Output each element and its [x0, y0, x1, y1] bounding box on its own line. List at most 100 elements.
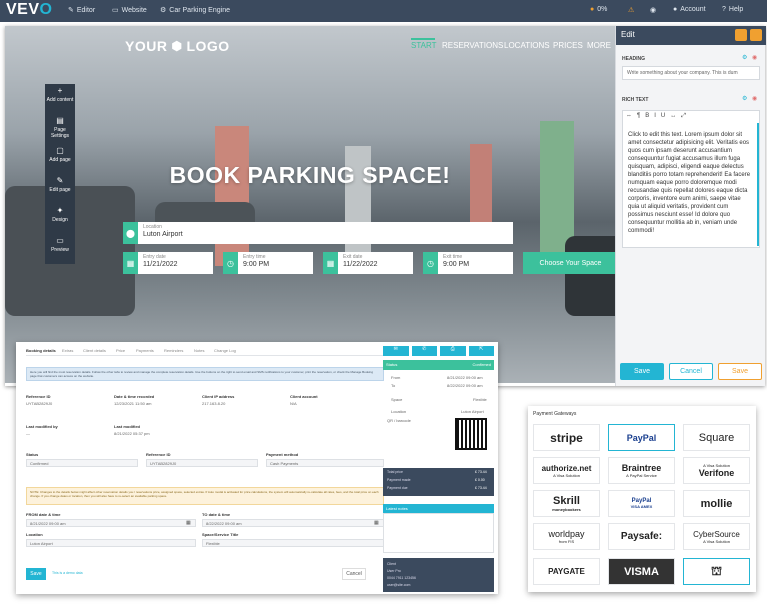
nav-reservations[interactable]: RESERVATIONS — [442, 41, 503, 50]
nav-start[interactable]: START — [411, 41, 436, 50]
nav-locations[interactable]: LOCATIONS — [504, 41, 550, 50]
editor-scrollbar[interactable] — [757, 123, 759, 246]
entry-date-field[interactable]: ▦ Entry date 11/21/2022 — [123, 252, 213, 274]
edit-panel-title: Edit — [621, 30, 635, 39]
edit-page-button[interactable]: ✎ Edit page — [45, 174, 75, 204]
hide-icon[interactable]: ◉ — [752, 54, 757, 61]
gateway-paygate[interactable]: PAYGATE — [533, 558, 600, 585]
gateway-square[interactable]: Square — [683, 424, 750, 451]
add-page-button[interactable]: ▢ Add page — [45, 144, 75, 174]
email-icon[interactable]: ✉ — [383, 346, 409, 356]
account-menu[interactable]: ● Account — [673, 6, 706, 13]
exit-time-field[interactable]: ◷ Exit time 9:00 PM — [423, 252, 513, 274]
space-select[interactable]: Flexible — [202, 539, 384, 547]
edit-panel: Edit HEADING ⚙ ◉ Write something about y… — [615, 26, 766, 386]
gateway-paypal-cards[interactable]: PayPal VISA AMEX — [608, 490, 675, 517]
gateway-mollie[interactable]: mollie — [683, 490, 750, 517]
download-icon[interactable] — [735, 29, 747, 41]
calendar-icon[interactable]: ▦ — [186, 520, 191, 526]
pillar — [470, 144, 492, 234]
app-logo[interactable]: VEVO — [6, 1, 52, 19]
gateway-bank[interactable]: ⛫ — [683, 558, 750, 585]
gateway-cybersource[interactable]: CyberSource A Visa Solution — [683, 523, 750, 550]
coin-icon: ● — [590, 6, 595, 13]
progress-indicator: ● 0% — [590, 6, 608, 13]
to-date-input[interactable]: 8/22/2022 09:00 am — [202, 519, 384, 527]
reference-input[interactable]: UYTAB2829J0 — [146, 459, 258, 467]
gateway-stripe[interactable]: stripe — [533, 424, 600, 451]
due-value: £ 73.44 — [475, 486, 487, 490]
tab-notes[interactable]: Notes — [194, 348, 204, 353]
gateway-skrill[interactable]: Skrill moneybookers — [533, 490, 600, 517]
preview-button[interactable]: ▭ Preview — [45, 234, 75, 264]
rich-text-content[interactable]: Click to edit this text. Lorem ipsum dol… — [628, 131, 753, 235]
exit-date-field[interactable]: ▦ Exit date 11/22/2022 — [323, 252, 413, 274]
eye-icon: ◉ — [650, 7, 657, 14]
gateway-paypal[interactable]: PayPal — [608, 424, 675, 451]
gateway-sub: from FIS — [558, 539, 575, 544]
heading-input[interactable]: Write something about your company. This… — [622, 66, 760, 80]
nav-prices[interactable]: PRICES — [553, 41, 583, 50]
choose-space-button[interactable]: Choose Your Space — [523, 252, 615, 274]
site-logo[interactable]: YOUR ⬢ LOGO — [125, 38, 230, 54]
layers-icon[interactable] — [750, 29, 762, 41]
entry-time-field[interactable]: ◷ Entry time 9:00 PM — [223, 252, 313, 274]
tab-payments[interactable]: Payments — [136, 348, 154, 353]
design-button[interactable]: ✦ Design — [45, 204, 75, 234]
status-key: Status — [386, 362, 398, 367]
gateway-name: stripe — [550, 430, 583, 445]
qr-key: QR / barcode — [387, 418, 411, 423]
settings-icon[interactable]: ⚙ — [742, 54, 747, 61]
entry-date-value: 11/21/2022 — [143, 261, 178, 268]
location-field[interactable]: ⬤ Location Luton Airport — [123, 222, 513, 244]
page-settings-button[interactable]: ▤ Page Settings — [45, 114, 75, 144]
save-button[interactable]: Save — [620, 363, 664, 380]
hero-title[interactable]: BOOK PARKING SPACE! — [5, 162, 615, 189]
gateway-sub: VISA AMEX — [630, 504, 653, 509]
clock-icon: ◷ — [223, 252, 238, 274]
website-menu[interactable]: ▭ Website — [112, 6, 147, 15]
tab-price[interactable]: Price — [116, 348, 125, 353]
gateway-worldpay[interactable]: worldpay from FIS — [533, 523, 600, 550]
tab-client-details[interactable]: Client details — [83, 348, 106, 353]
tool-label: Edit page — [49, 187, 71, 193]
location-select[interactable]: Luton Airport — [26, 539, 196, 547]
tab-extras[interactable]: Extras — [62, 348, 73, 353]
exit-date-value: 11/22/2022 — [343, 261, 378, 268]
status-select[interactable]: Confirmed — [26, 459, 138, 467]
gateway-verifone[interactable]: A Visa Solution Verifone — [683, 457, 750, 484]
save-secondary-button[interactable]: Save — [718, 363, 762, 380]
admin-save-button[interactable]: Save — [26, 568, 46, 580]
nav-more[interactable]: MORE — [587, 41, 611, 50]
gateway-visma[interactable]: VISMA — [608, 558, 675, 585]
phone-icon[interactable]: ✆ — [411, 346, 437, 356]
gateway-authorize-net[interactable]: authorize.net A Visa Solution — [533, 457, 600, 484]
add-content-button[interactable]: + Add content — [45, 84, 75, 114]
client-name: User Pro — [387, 569, 401, 573]
calendar-icon[interactable]: ▦ — [374, 520, 379, 526]
rich-text-label: RICH TEXT — [622, 97, 649, 103]
alert-indicator[interactable]: ⚠ — [628, 6, 634, 14]
help-menu[interactable]: ? Help — [722, 6, 743, 13]
website-hero[interactable]: YOUR ⬢ LOGO START RESERVATIONS LOCATIONS P… — [5, 26, 615, 383]
rich-text-toolbar[interactable]: ⇔¶BIU↔⤢ — [626, 113, 691, 120]
project-menu[interactable]: ⚙ Car Parking Engine — [160, 6, 230, 15]
notes-textarea[interactable] — [383, 513, 494, 553]
admin-cancel-button[interactable]: Cancel — [342, 568, 366, 580]
tab-booking-details[interactable]: Booking details — [26, 348, 56, 353]
cancel-button[interactable]: Cancel — [669, 363, 713, 380]
preview-eye-button[interactable]: ◉ — [650, 6, 656, 14]
payment-method-select[interactable]: Cash Payments — [266, 459, 384, 467]
tab-reminders[interactable]: Reminders — [164, 348, 183, 353]
from-value: 8/21/2022 09:00 am — [447, 375, 483, 380]
gateway-name: Skrill — [553, 495, 580, 507]
tab-change-log[interactable]: Change Log — [214, 348, 236, 353]
link-icon[interactable]: ⇱ — [468, 346, 494, 356]
gateway-braintree[interactable]: Braintree A PayPal Service — [608, 457, 675, 484]
gateway-paysafe[interactable]: Paysafe: — [608, 523, 675, 550]
hide-icon[interactable]: ◉ — [752, 95, 757, 102]
from-date-input[interactable]: 8/21/2022 09:00 am — [26, 519, 196, 527]
editor-menu[interactable]: ✎ Editor — [68, 6, 95, 15]
settings-icon[interactable]: ⚙ — [742, 95, 747, 102]
print-icon[interactable]: ⎙ — [440, 346, 466, 356]
